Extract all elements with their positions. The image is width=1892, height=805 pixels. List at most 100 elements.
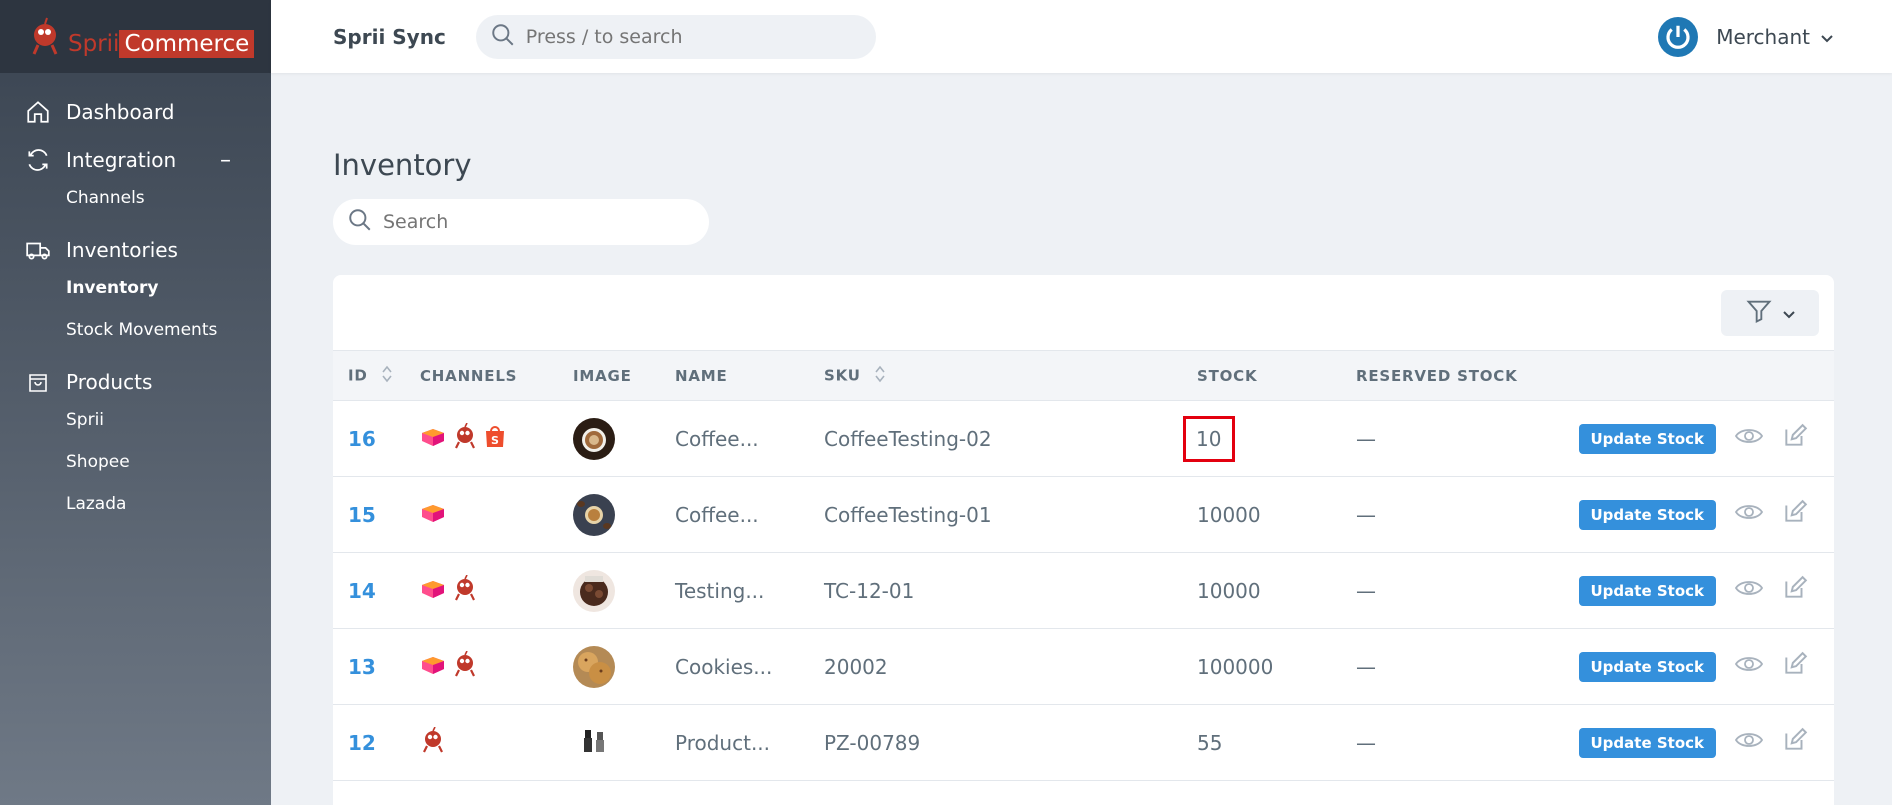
home-icon bbox=[24, 98, 52, 126]
shopee-channel-icon: S bbox=[484, 424, 506, 453]
app-name: Sprii Sync bbox=[333, 24, 446, 49]
global-search[interactable] bbox=[475, 14, 876, 59]
sort-icon bbox=[382, 365, 392, 387]
mascot-icon bbox=[26, 17, 64, 57]
sidebar-item-channels[interactable]: Channels bbox=[0, 177, 271, 219]
row-id-link[interactable]: 16 bbox=[348, 427, 376, 451]
column-header-actions bbox=[1566, 351, 1834, 401]
product-thumbnail bbox=[573, 569, 615, 612]
sidebar-item-lazada[interactable]: Lazada bbox=[0, 483, 271, 525]
column-header-image: IMAGE bbox=[573, 366, 632, 385]
edit-icon[interactable] bbox=[1782, 575, 1808, 606]
global-search-input[interactable] bbox=[525, 25, 846, 48]
sidebar-item-dashboard[interactable]: Dashboard bbox=[0, 95, 271, 129]
page-title: Inventory bbox=[333, 148, 472, 182]
refresh-icon bbox=[24, 146, 52, 174]
column-header-sku[interactable]: SKU bbox=[824, 351, 1197, 401]
user-name: Merchant bbox=[1716, 24, 1810, 49]
edit-icon[interactable] bbox=[1782, 727, 1808, 758]
product-sku: CoffeeTesting-02 bbox=[824, 426, 992, 451]
search-icon bbox=[490, 22, 516, 52]
table-toolbar bbox=[333, 275, 1834, 350]
reserved-stock-value: — bbox=[1356, 654, 1376, 679]
update-stock-button[interactable]: Update Stock bbox=[1578, 727, 1716, 758]
reserved-stock-value: — bbox=[1356, 502, 1376, 527]
product-thumbnail bbox=[573, 645, 615, 688]
row-id-link[interactable]: 13 bbox=[348, 655, 376, 679]
search-icon bbox=[347, 207, 373, 237]
sidebar-item-inventory[interactable]: Inventory bbox=[0, 267, 271, 309]
column-header-label: ID bbox=[348, 366, 368, 384]
reserved-stock-value: — bbox=[1356, 426, 1376, 451]
top-bar: Sprii Sync Merchant bbox=[271, 0, 1892, 73]
table-row: 16 S Coffee... CoffeeTesting-02 10 — Upd… bbox=[333, 401, 1834, 477]
product-sku: 20002 bbox=[824, 654, 888, 679]
edit-icon[interactable] bbox=[1782, 499, 1808, 530]
sidebar-item-inventories[interactable]: Inventories bbox=[0, 233, 271, 267]
sidebar-item-label: Inventories bbox=[66, 238, 178, 262]
sidebar-item-stock-movements[interactable]: Stock Movements bbox=[0, 309, 271, 351]
svg-text:S: S bbox=[491, 434, 499, 447]
truck-icon bbox=[24, 236, 52, 264]
column-header-name: NAME bbox=[675, 366, 728, 385]
row-id-link[interactable]: 12 bbox=[348, 731, 376, 755]
sidebar-item-label: Products bbox=[66, 370, 153, 394]
view-icon[interactable] bbox=[1734, 501, 1764, 528]
user-menu[interactable]: Merchant bbox=[1658, 16, 1834, 57]
reserved-stock-value: — bbox=[1356, 578, 1376, 603]
edit-icon[interactable] bbox=[1782, 423, 1808, 454]
channel-icons: S bbox=[420, 422, 573, 454]
sidebar-item-sprii[interactable]: Sprii bbox=[0, 399, 271, 441]
update-stock-button[interactable]: Update Stock bbox=[1578, 499, 1716, 530]
brand-logo[interactable]: Sprii Commerce bbox=[0, 0, 271, 73]
update-stock-button[interactable]: Update Stock bbox=[1578, 575, 1716, 606]
view-icon[interactable] bbox=[1734, 425, 1764, 452]
sprii-channel-icon bbox=[420, 726, 446, 758]
lazada-channel-icon bbox=[420, 501, 446, 528]
row-id-link[interactable]: 15 bbox=[348, 503, 376, 527]
product-sku: PZ-00789 bbox=[824, 730, 921, 755]
channel-icons bbox=[420, 726, 573, 758]
update-stock-button[interactable]: Update Stock bbox=[1578, 651, 1716, 682]
brand-name-part2: Commerce bbox=[119, 29, 255, 58]
collapse-toggle[interactable]: – bbox=[220, 148, 231, 173]
lazada-channel-icon bbox=[420, 425, 446, 452]
inventory-search-input[interactable] bbox=[383, 211, 683, 233]
sidebar-item-shopee[interactable]: Shopee bbox=[0, 441, 271, 483]
stock-value: 100000 bbox=[1197, 654, 1274, 679]
sprii-channel-icon bbox=[452, 650, 478, 682]
update-stock-button[interactable]: Update Stock bbox=[1578, 423, 1716, 454]
table-row: 15 Coffee... CoffeeTesting-01 10000 — Up… bbox=[333, 477, 1834, 553]
brand-name-part1: Sprii bbox=[68, 30, 120, 57]
inventory-table: ID CHANNELS IMAGE NAME SKU STOCK RESERVE… bbox=[333, 350, 1834, 781]
channel-icons bbox=[420, 574, 573, 606]
inventory-table-card: ID CHANNELS IMAGE NAME SKU STOCK RESERVE… bbox=[333, 275, 1834, 805]
sidebar-item-integration[interactable]: Integration – bbox=[0, 143, 271, 177]
column-header-id[interactable]: ID bbox=[333, 351, 420, 401]
edit-icon[interactable] bbox=[1782, 651, 1808, 682]
sprii-channel-icon bbox=[452, 574, 478, 606]
row-id-link[interactable]: 14 bbox=[348, 579, 376, 603]
chevron-down-icon bbox=[1783, 304, 1795, 323]
inventory-search[interactable] bbox=[333, 199, 709, 245]
view-icon[interactable] bbox=[1734, 653, 1764, 680]
product-name: Coffee... bbox=[675, 502, 759, 527]
view-icon[interactable] bbox=[1734, 577, 1764, 604]
product-name: Product... bbox=[675, 730, 771, 755]
table-row: 12 Product... PZ-00789 55 — Update Stock bbox=[333, 705, 1834, 781]
sidebar: Sprii Commerce Dashboard Integration – C… bbox=[0, 0, 271, 805]
sort-icon bbox=[875, 365, 885, 387]
sidebar-item-label: Integration bbox=[66, 148, 177, 172]
column-header-stock: STOCK bbox=[1197, 366, 1258, 385]
view-icon[interactable] bbox=[1734, 729, 1764, 756]
stock-value: 10000 bbox=[1197, 578, 1261, 603]
filter-button[interactable] bbox=[1721, 290, 1819, 336]
channel-icons bbox=[420, 501, 573, 528]
sidebar-item-products[interactable]: Products bbox=[0, 365, 271, 399]
product-sku: CoffeeTesting-01 bbox=[824, 502, 992, 527]
reserved-stock-value: — bbox=[1356, 730, 1376, 755]
column-header-label: SKU bbox=[824, 366, 861, 384]
sidebar-nav: Dashboard Integration – Channels Invento… bbox=[0, 73, 271, 525]
column-header-channels: CHANNELS bbox=[420, 366, 518, 385]
sidebar-item-label: Dashboard bbox=[66, 100, 175, 124]
